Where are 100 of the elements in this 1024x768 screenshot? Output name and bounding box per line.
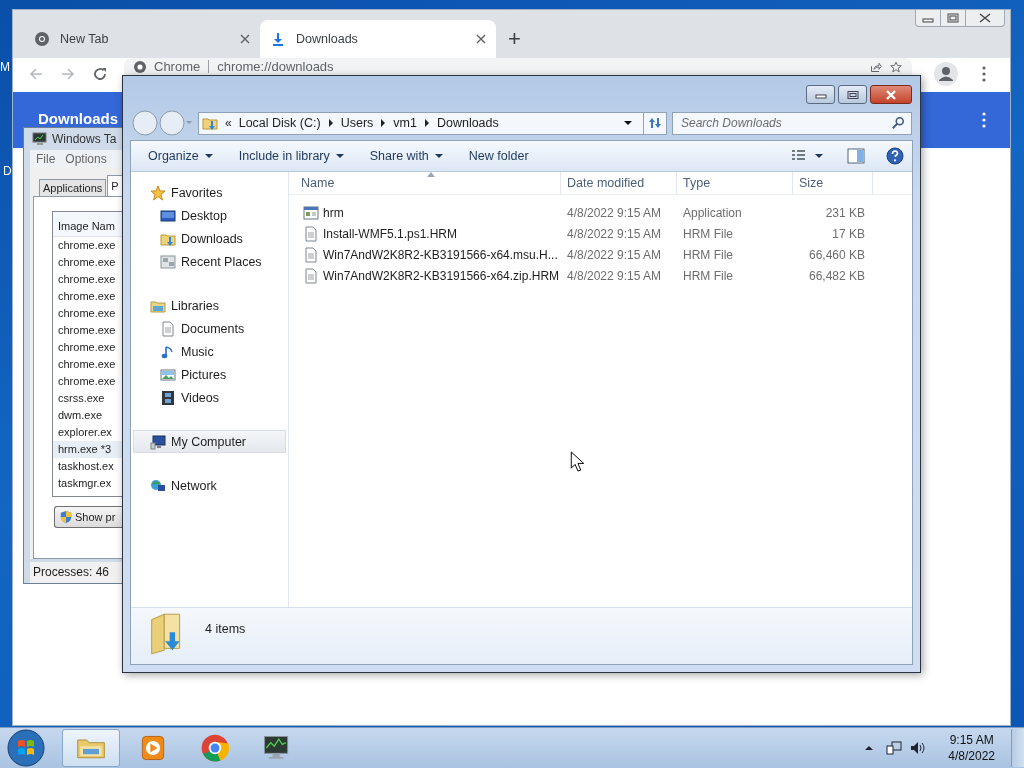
star-icon [150, 184, 166, 201]
maximize-button[interactable] [838, 85, 867, 104]
toolbar-button[interactable]: Include in library [231, 146, 351, 166]
navigation-item[interactable]: Recent Places [133, 250, 286, 273]
download-icon [270, 31, 286, 47]
process-row[interactable]: csrss.exe [53, 390, 123, 408]
chevron-right-icon[interactable] [380, 119, 387, 127]
process-row[interactable]: chrome.exe [53, 271, 123, 289]
process-row[interactable]: taskmgr.ex [53, 475, 123, 493]
file-row[interactable]: Install-WMF5.1.ps1.HRM 4/8/2022 9:15 AM HRM File 17 KB [289, 223, 912, 244]
process-row[interactable]: dwm.exe [53, 407, 123, 425]
help-icon[interactable] [886, 147, 904, 165]
navigation-item[interactable]: Libraries [133, 294, 286, 317]
dropdown-arrow-icon[interactable] [624, 120, 632, 126]
toolbar-button[interactable]: Share with [362, 146, 450, 166]
address-bar[interactable]: « Local Disk (C:) Users vm1 Downloads [198, 111, 667, 135]
date-cell-text: 4/8/2022 9:15 AM [566, 226, 663, 241]
start-button[interactable] [6, 728, 46, 768]
close-icon[interactable] [240, 34, 250, 44]
clock[interactable]: 9:15 AM 4/8/2022 [948, 732, 995, 764]
desktop-icon-label: D [3, 164, 12, 178]
tab[interactable]: P [107, 175, 123, 197]
minimize-button[interactable] [806, 85, 835, 104]
maximize-icon [947, 13, 959, 23]
close-icon [979, 13, 991, 23]
show-hidden-icons-arrow[interactable] [864, 744, 875, 752]
column-header[interactable]: Date modified [561, 172, 677, 194]
new-tab-button[interactable]: + [508, 28, 521, 50]
pictures-icon [160, 366, 176, 383]
status-text: Processes: 46 [30, 562, 123, 583]
computer-icon [150, 433, 166, 450]
network-icon[interactable] [886, 740, 903, 756]
process-row[interactable]: chrome.exe [53, 373, 123, 391]
process-row[interactable]: chrome.exe [53, 305, 123, 323]
site-label: Chrome [154, 59, 201, 74]
chevron-right-icon[interactable] [327, 119, 334, 127]
profile-avatar-icon[interactable] [934, 62, 958, 86]
address-bar[interactable]: Chrome chrome://downloads [124, 58, 912, 75]
process-row[interactable]: explorer.ex [53, 424, 123, 442]
share-icon[interactable] [870, 60, 882, 73]
menu-item[interactable]: File [36, 151, 56, 166]
browser-tab[interactable]: New Tab [24, 20, 260, 58]
process-row[interactable]: chrome.exe [53, 322, 123, 340]
file-row[interactable]: Win7AndW2K8R2-KB3191566-x64.zip.HRM 4/8/2022 9:15 AM HRM File 66,482 KB [289, 265, 912, 286]
menu-item[interactable]: Options [65, 151, 107, 166]
column-header[interactable]: Image Nam [53, 212, 123, 238]
navigation-item[interactable]: Network [133, 474, 286, 497]
document-icon [303, 267, 319, 284]
navigation-item[interactable]: Documents [133, 317, 286, 340]
overflow-chevron[interactable]: « [225, 116, 232, 130]
navigation-item[interactable]: Pictures [133, 363, 286, 386]
navigation-item[interactable]: Music [133, 340, 286, 363]
chrome-icon [199, 732, 231, 764]
process-row[interactable]: chrome.exe [53, 237, 123, 255]
search-icon[interactable] [891, 115, 905, 130]
type-cell-text: HRM File [682, 226, 734, 241]
file-row[interactable]: hrm 4/8/2022 9:15 AM Application 231 KB [289, 202, 912, 223]
recent-icon [160, 253, 176, 270]
process-row[interactable]: taskhost.ex [53, 458, 123, 476]
type-cell-text: Application [682, 205, 743, 220]
close-icon[interactable] [476, 34, 486, 44]
bookmark-star-icon[interactable] [890, 60, 902, 73]
caret-icon [335, 153, 344, 159]
navigation-item[interactable]: Desktop [133, 204, 286, 227]
navigation-item[interactable]: My Computer [133, 430, 286, 453]
navigation-item[interactable]: Videos [133, 386, 286, 409]
process-row[interactable]: hrm.exe *3 [53, 441, 123, 459]
volume-icon[interactable] [910, 740, 927, 756]
chevron-right-icon[interactable] [423, 119, 430, 127]
navigation-item[interactable]: Downloads [133, 227, 286, 250]
folder-taskbar-button[interactable] [62, 729, 120, 767]
file-name: Win7AndW2K8R2-KB3191566-x64.msu.H... [323, 247, 558, 262]
file-row[interactable]: Win7AndW2K8R2-KB3191566-x64.msu.H... 4/8/2022 9:15 AM HRM File 66,460 KB [289, 244, 912, 265]
process-row[interactable]: chrome.exe [53, 288, 123, 306]
show-processes-button[interactable]: Show pr [54, 506, 123, 529]
type-cell-text: HRM File [682, 247, 734, 262]
caret-icon [204, 153, 213, 159]
close-button[interactable] [870, 85, 912, 104]
breadcrumb-item[interactable]: Downloads [436, 116, 499, 130]
breadcrumb-item[interactable]: Local Disk (C:) [238, 116, 321, 130]
navigation-item[interactable]: Favorites [133, 181, 286, 204]
tab[interactable]: Applications [39, 179, 107, 197]
breadcrumb-item[interactable]: vm1 [393, 116, 417, 130]
date-cell-text: 4/8/2022 9:15 AM [566, 268, 663, 283]
column-header[interactable]: Type [677, 172, 793, 194]
process-row[interactable]: chrome.exe [53, 339, 123, 357]
window-title: Windows Ta [52, 132, 117, 147]
process-row[interactable]: chrome.exe [53, 254, 123, 272]
breadcrumb-item[interactable]: Users [340, 116, 374, 130]
size-cell-text: 231 KB [824, 205, 866, 220]
search-field[interactable]: Search Downloads [672, 111, 912, 135]
browser-tab[interactable]: Downloads [260, 20, 496, 58]
refresh-icon [647, 116, 663, 130]
toolbar-button[interactable]: New folder [461, 146, 536, 166]
column-header[interactable]: Size [793, 172, 873, 194]
process-row[interactable]: chrome.exe [53, 356, 123, 374]
toolbar-button[interactable]: Organize [141, 146, 220, 166]
reload-icon[interactable] [92, 66, 108, 82]
mouse-cursor-icon [570, 451, 584, 472]
file-name: Install-WMF5.1.ps1.HRM [323, 226, 458, 241]
